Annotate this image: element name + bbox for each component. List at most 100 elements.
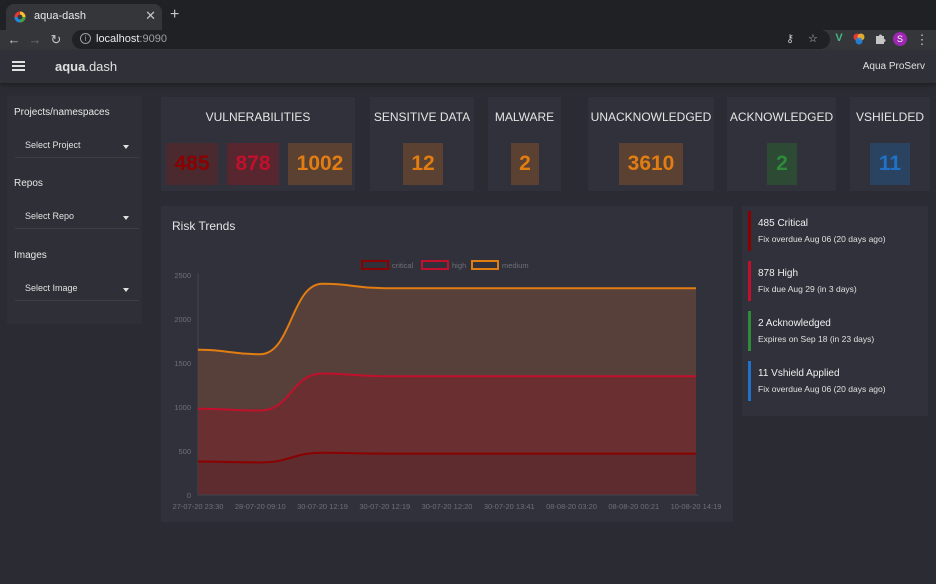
alert-vshield-title: 11 Vshield Applied (758, 368, 840, 379)
alert-critical-detail: Fix overdue Aug 06 (20 days ago) (758, 234, 886, 244)
image-select-text: Select Image (25, 283, 78, 293)
vshielded-count[interactable]: 11 (870, 143, 910, 185)
x-tick-label: 30-07-20 12:20 (422, 502, 473, 511)
projects-label: Projects/namespaces (14, 107, 110, 118)
x-tick-label: 08-08-20 03:20 (546, 502, 597, 511)
alert-critical-title: 485 Critical (758, 218, 809, 229)
back-icon[interactable]: ← (6, 32, 22, 47)
x-tick-label: 10-08-20 14:19 (671, 502, 722, 511)
vue-devtools-icon[interactable]: V (832, 32, 846, 46)
x-tick-label: 28-07-20 09:10 (235, 502, 286, 511)
y-tick-label: 0 (187, 491, 191, 500)
url-text: localhost:9090 (96, 33, 167, 45)
unacknowledged-count[interactable]: 3610 (619, 143, 683, 185)
brand-aqua: aqua (55, 59, 86, 74)
y-tick-label: 2500 (174, 271, 191, 280)
alert-vshield[interactable]: 11 Vshield Applied Fix overdue Aug 06 (2… (748, 361, 922, 401)
sensitive-data-count[interactable]: 12 (403, 143, 443, 185)
star-icon[interactable]: ☆ (808, 32, 818, 45)
medium-legend-label[interactable]: medium (502, 261, 529, 270)
y-tick-label: 1000 (174, 403, 191, 412)
project-select-text: Select Project (25, 140, 81, 150)
tab-title: aqua-dash (34, 10, 86, 22)
browser-toolbar: ← → ↻ i localhost:9090 ⚷ ☆ V S ⋮ (0, 30, 936, 50)
malware-count[interactable]: 2 (511, 143, 539, 185)
alert-acknowledged-detail: Expires on Sep 18 (in 23 days) (758, 334, 875, 344)
brand-dash: .dash (85, 59, 118, 74)
acknowledged-card: ACKNOWLEDGED 2 (727, 97, 836, 191)
forward-icon[interactable]: → (27, 32, 43, 47)
alert-high[interactable]: 878 High Fix due Aug 29 (in 3 days) (748, 261, 922, 301)
repos-label: Repos (14, 178, 43, 189)
filter-sidebar: Projects/namespaces Select Project Repos… (7, 96, 142, 324)
app-favicon-icon (14, 11, 26, 23)
app-header: aqua.dash Aqua ProServ (0, 50, 936, 83)
alert-high-detail: Fix due Aug 29 (in 3 days) (758, 284, 857, 294)
high-legend-label[interactable]: high (452, 261, 466, 270)
alert-acknowledged[interactable]: 2 Acknowledged Expires on Sep 18 (in 23 … (748, 311, 922, 351)
critical-count[interactable]: 485 (166, 143, 218, 185)
chevron-down-icon (123, 145, 129, 149)
repo-select[interactable]: Select Repo (15, 199, 139, 229)
risk-trends-panel: Risk Trends 0 500 1000 1500 2000 2500 27-07-20… (161, 206, 733, 522)
alert-critical[interactable]: 485 Critical Fix overdue Aug 06 (20 days… (748, 211, 922, 251)
browser-menu-icon[interactable]: ⋮ (914, 32, 930, 48)
hamburger-menu-icon[interactable] (12, 61, 25, 71)
high-count[interactable]: 878 (227, 143, 279, 185)
risk-trends-chart: 0 500 1000 1500 2000 2500 27-07-20 23:30 28-07-… (173, 260, 722, 511)
x-tick-label: 27-07-20 23:30 (173, 502, 224, 511)
alert-critical-bar (748, 211, 751, 251)
project-select[interactable]: Select Project (15, 128, 139, 158)
x-tick-label: 30-07-20 12:19 (359, 502, 410, 511)
acknowledged-title: ACKNOWLEDGED (729, 110, 834, 124)
reload-icon[interactable]: ↻ (48, 32, 64, 48)
app-brand: aqua.dash (55, 59, 117, 74)
sensitive-data-card: SENSITIVE DATA 12 (370, 97, 474, 191)
address-bar[interactable]: i localhost:9090 ⚷ ☆ (72, 30, 830, 49)
x-tick-label: 08-08-20 00:21 (608, 502, 659, 511)
high-legend-swatch[interactable] (421, 260, 449, 270)
acknowledged-count[interactable]: 2 (767, 143, 797, 185)
malware-card: MALWARE 2 (488, 97, 561, 191)
alerts-panel: 485 Critical Fix overdue Aug 06 (20 days… (742, 206, 928, 416)
key-icon[interactable]: ⚷ (786, 32, 794, 45)
critical-legend-swatch[interactable] (361, 260, 389, 270)
url-host: localhost (96, 33, 140, 45)
chevron-down-icon (123, 288, 129, 292)
sensitive-data-title: SENSITIVE DATA (373, 110, 471, 124)
medium-legend-swatch[interactable] (471, 260, 499, 270)
images-label: Images (14, 250, 47, 261)
vulnerabilities-card: VULNERABILITIES 485 878 1002 (161, 97, 355, 191)
medium-count[interactable]: 1002 (288, 143, 352, 185)
info-icon[interactable]: i (80, 33, 91, 44)
color-extension-icon[interactable] (852, 32, 866, 46)
image-select[interactable]: Select Image (15, 271, 139, 301)
browser-tab[interactable]: aqua-dash ✕ (6, 4, 162, 30)
y-tick-label: 1500 (174, 359, 191, 368)
alert-high-title: 878 High (758, 268, 799, 279)
company-name: Aqua ProServ (862, 61, 925, 72)
vshielded-card: VSHIELDED 11 (850, 97, 930, 191)
chevron-down-icon (123, 216, 129, 220)
alert-acknowledged-bar (748, 311, 751, 351)
y-tick-label: 2000 (174, 315, 191, 324)
vulnerabilities-title: VULNERABILITIES (205, 110, 311, 124)
alert-vshield-bar (748, 361, 751, 401)
x-tick-label: 30-07-20 13:41 (484, 502, 535, 511)
vshielded-title: VSHIELDED (855, 110, 925, 124)
repo-select-text: Select Repo (25, 211, 75, 221)
alert-vshield-detail: Fix overdue Aug 06 (20 days ago) (758, 384, 886, 394)
y-tick-label: 500 (178, 447, 191, 456)
close-tab-icon[interactable]: ✕ (145, 8, 156, 24)
profile-avatar[interactable]: S (893, 32, 907, 46)
critical-legend-label[interactable]: critical (392, 261, 414, 270)
url-port: :9090 (139, 33, 167, 45)
x-tick-label: 30-07-20 12:19 (297, 502, 348, 511)
browser-tab-bar: aqua-dash ✕ + (0, 0, 936, 30)
extensions-puzzle-icon[interactable] (873, 32, 887, 46)
unacknowledged-title: UNACKNOWLEDGED (590, 110, 712, 124)
malware-title: MALWARE (494, 110, 555, 124)
alert-high-bar (748, 261, 751, 301)
alert-acknowledged-title: 2 Acknowledged (758, 318, 831, 329)
new-tab-icon[interactable]: + (170, 6, 179, 24)
